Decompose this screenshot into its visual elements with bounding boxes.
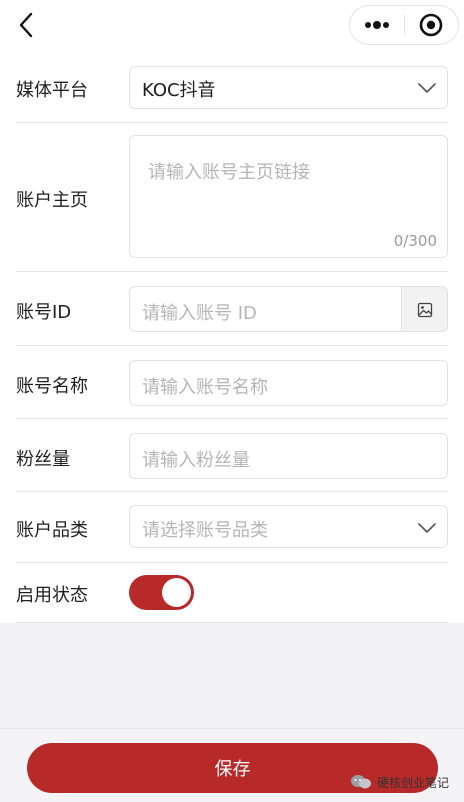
account-id-placeholder: 请输入账号 ID (142, 303, 257, 324)
account-name-placeholder: 请输入账号名称 (142, 377, 268, 398)
more-dots-icon (364, 21, 389, 29)
account-name-input[interactable]: 请输入账号名称 (129, 360, 448, 406)
back-button[interactable] (12, 10, 40, 40)
close-miniprogram-button[interactable] (404, 6, 458, 44)
row-divider (16, 562, 448, 563)
chevron-down-icon (418, 523, 436, 533)
category-label: 账户品类 (16, 520, 88, 541)
row-divider (16, 491, 448, 492)
wechat-logo-icon (351, 775, 371, 789)
category-select[interactable]: 请选择账号品类 (129, 505, 448, 548)
row-divider (16, 271, 448, 272)
row-divider (16, 122, 448, 123)
row-divider (16, 418, 448, 419)
fans-label: 粉丝量 (16, 449, 70, 470)
empty-background-area (0, 623, 464, 728)
fans-input[interactable]: 请输入粉丝量 (129, 433, 448, 479)
homepage-label: 账户主页 (16, 190, 88, 211)
row-divider (16, 345, 448, 346)
platform-label: 媒体平台 (16, 80, 88, 101)
top-navigation-bar (0, 0, 464, 52)
character-counter: 0/300 (393, 232, 437, 250)
more-button[interactable] (350, 6, 404, 44)
fans-placeholder: 请输入粉丝量 (142, 450, 250, 471)
homepage-placeholder: 请输入账号主页链接 (148, 162, 310, 183)
status-label: 启用状态 (16, 585, 88, 606)
chevron-left-icon (19, 12, 33, 38)
account-id-input[interactable]: 请输入账号 ID (129, 286, 448, 332)
platform-select[interactable]: KOC抖音 (129, 66, 448, 109)
watermark-text: 硬核创业笔记 (377, 775, 450, 790)
account-name-label: 账号名称 (16, 376, 88, 397)
target-circle-icon (419, 13, 443, 37)
homepage-textarea[interactable]: 请输入账号主页链接 0/300 (129, 135, 448, 258)
chevron-down-icon (418, 83, 436, 93)
category-placeholder: 请选择账号品类 (142, 520, 268, 541)
image-upload-button[interactable] (401, 287, 447, 331)
watermark: 硬核创业笔记 (350, 771, 449, 793)
toggle-knob (162, 578, 191, 607)
image-icon (417, 302, 432, 318)
account-id-label: 账号ID (16, 302, 72, 323)
mini-program-capsule (349, 5, 459, 45)
platform-value: KOC抖音 (142, 80, 216, 101)
status-toggle[interactable] (129, 575, 194, 610)
